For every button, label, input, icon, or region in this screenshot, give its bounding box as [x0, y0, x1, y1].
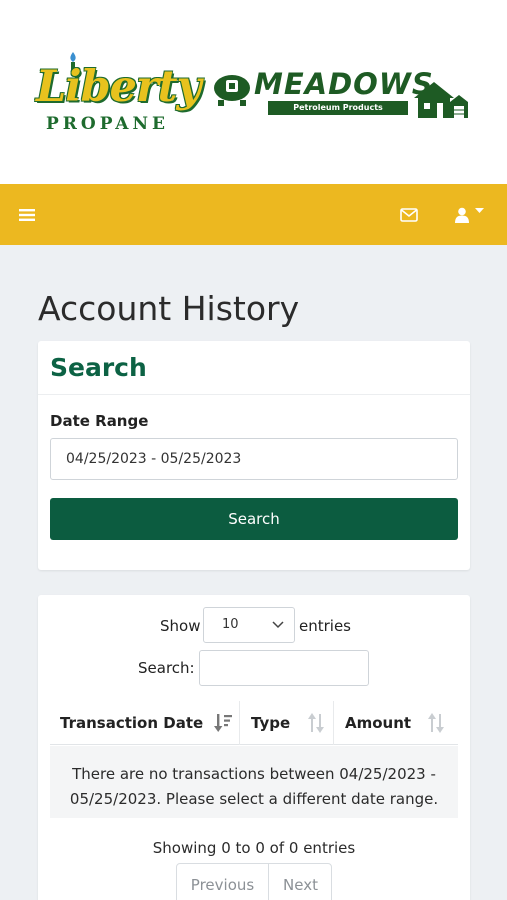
- entries-per-page-value: 10: [222, 617, 239, 632]
- empty-table-message: There are no transactions between 04/25/…: [69, 765, 439, 808]
- column-header-type[interactable]: Type: [241, 701, 334, 745]
- search-card: Search Date Range Search: [38, 341, 470, 570]
- petroleum-products-wordmark: Petroleum Products: [268, 101, 408, 115]
- next-page-button[interactable]: Next: [270, 864, 331, 900]
- meadows-wordmark: MEADOWS: [254, 67, 434, 101]
- search-card-header: Search: [38, 341, 470, 395]
- liberty-propane-logo: Liberty PROPANE: [36, 52, 201, 138]
- meadows-logo: MEADOWS Petroleum Products: [212, 66, 470, 124]
- propane-tank-icon: [214, 75, 250, 106]
- messages-button[interactable]: [392, 184, 426, 245]
- date-range-input[interactable]: [50, 438, 458, 480]
- column-label: Transaction Date: [60, 714, 204, 732]
- table-search-label: Search:: [138, 659, 195, 677]
- sort-icon: [428, 713, 444, 733]
- brand-header: Liberty PROPANE MEADOWS Petroleum Produc…: [0, 0, 507, 184]
- propane-wordmark: PROPANE: [46, 114, 169, 134]
- date-range-label: Date Range: [50, 412, 149, 430]
- entries-per-page-select[interactable]: 10: [203, 607, 295, 643]
- table-search-input[interactable]: [199, 650, 369, 686]
- search-button[interactable]: Search: [50, 498, 458, 540]
- user-menu-button[interactable]: [446, 184, 492, 245]
- entries-label: entries: [299, 617, 351, 635]
- sort-icon: [308, 713, 324, 733]
- liberty-wordmark: Liberty: [36, 62, 201, 112]
- envelope-icon: [400, 207, 418, 222]
- search-card-title: Search: [50, 353, 147, 382]
- previous-page-button[interactable]: Previous: [177, 864, 269, 900]
- empty-table-row: There are no transactions between 04/25/…: [50, 746, 458, 818]
- column-label: Type: [251, 714, 291, 732]
- chevron-down-icon: [272, 621, 284, 629]
- table-header: Transaction Date Type Amount: [50, 701, 458, 745]
- show-label: Show: [160, 617, 201, 635]
- column-header-transaction-date[interactable]: Transaction Date: [50, 701, 240, 745]
- house-icon: [414, 82, 468, 118]
- caret-down-icon: [474, 207, 484, 213]
- menu-toggle-button[interactable]: [10, 184, 44, 245]
- menu-icon: [19, 208, 35, 221]
- table-info-text: Showing 0 to 0 of 0 entries: [152, 839, 356, 857]
- column-label: Amount: [345, 714, 412, 732]
- user-icon: [454, 207, 469, 223]
- sort-desc-icon: [214, 714, 232, 732]
- top-navbar: [0, 184, 507, 245]
- page-title: Account History: [38, 289, 300, 328]
- transactions-card: Show 10 entries Search: Transaction Date…: [38, 595, 470, 900]
- column-header-amount[interactable]: Amount: [335, 701, 458, 745]
- pagination: Previous Next: [176, 863, 332, 900]
